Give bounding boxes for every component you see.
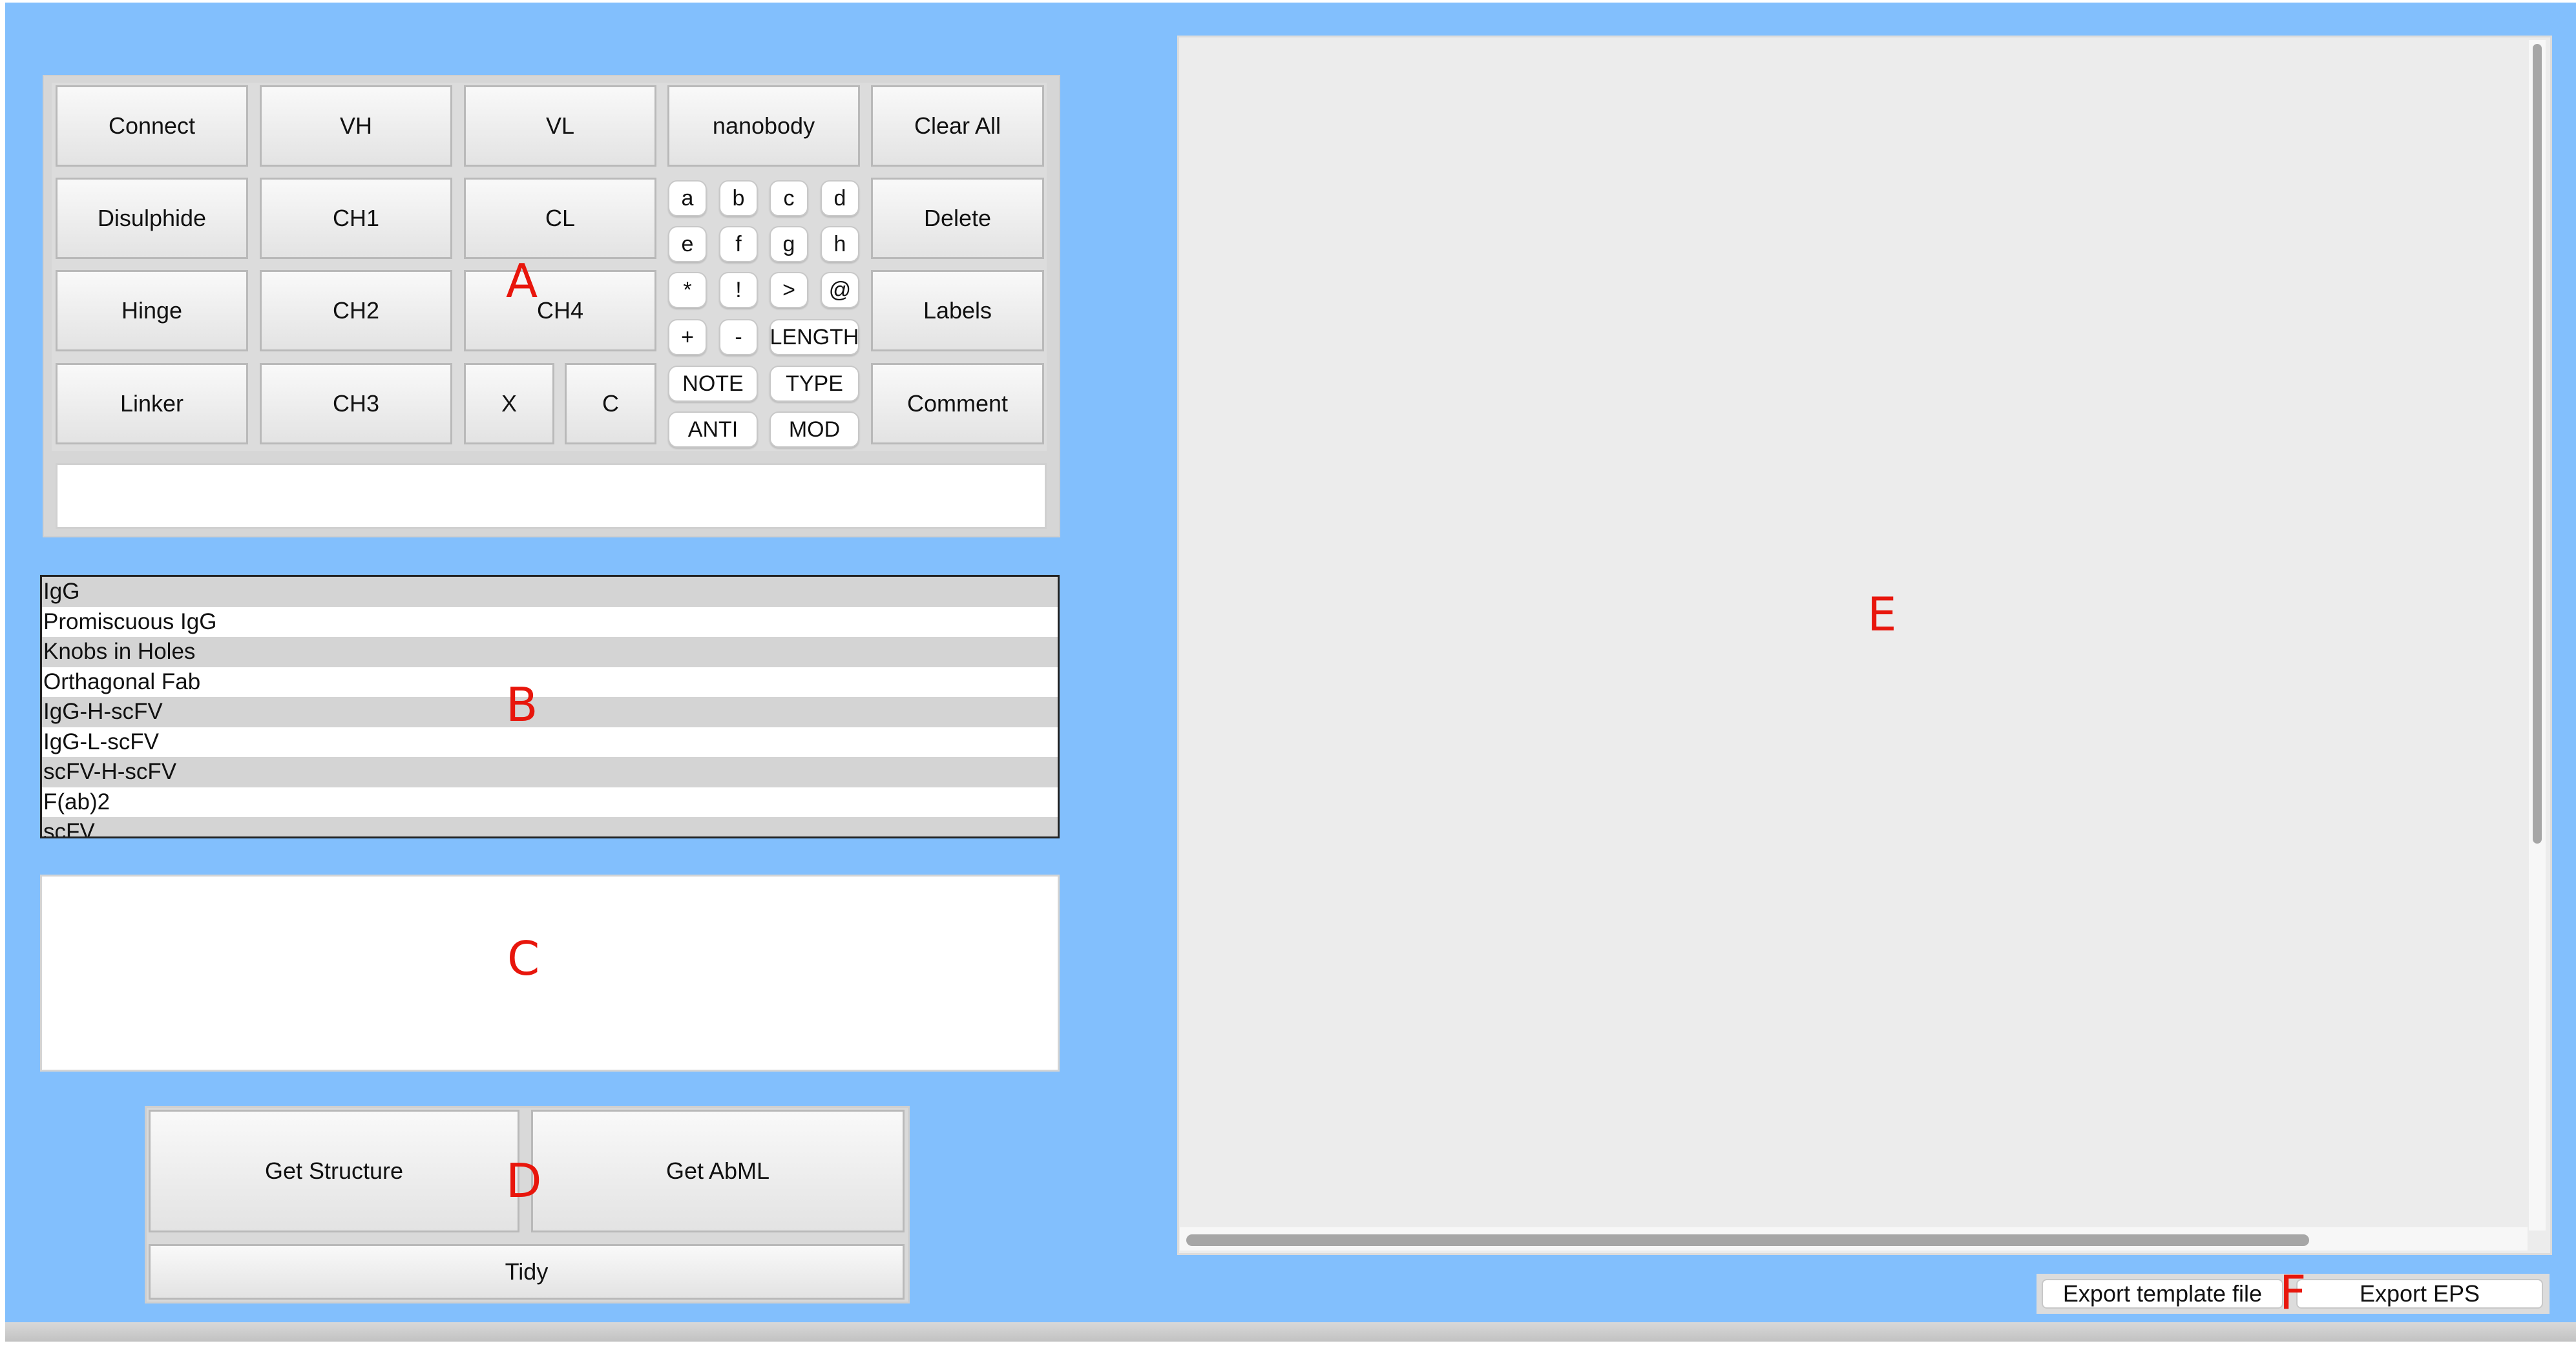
marker-c: C: [507, 931, 540, 986]
list-item[interactable]: Promiscuous IgG: [42, 607, 1058, 638]
key-f-button[interactable]: f: [719, 226, 758, 262]
horizontal-scroll-thumb[interactable]: [1186, 1234, 2309, 1246]
note-button[interactable]: NOTE: [668, 366, 758, 402]
clear-all-button[interactable]: Clear All: [871, 85, 1044, 167]
c-button[interactable]: C: [565, 363, 656, 444]
list-item[interactable]: IgG-L-scFV: [42, 727, 1058, 758]
list-item[interactable]: Orthagonal Fab: [42, 667, 1058, 698]
key-d-button[interactable]: d: [821, 180, 859, 216]
cl-button[interactable]: CL: [464, 178, 656, 259]
window-bottom-edge: [5, 1322, 2576, 1342]
connect-button[interactable]: Connect: [56, 85, 248, 167]
ch3-button[interactable]: CH3: [260, 363, 452, 444]
marker-f: F: [2279, 1265, 2307, 1320]
get-structure-button[interactable]: Get Structure: [149, 1110, 519, 1232]
list-item[interactable]: IgG: [42, 577, 1058, 607]
ch1-button[interactable]: CH1: [260, 178, 452, 259]
abml-output-area[interactable]: [40, 875, 1060, 1072]
key-g-button[interactable]: g: [770, 226, 808, 262]
key-star-button[interactable]: *: [668, 272, 707, 308]
key-greater-than-button[interactable]: >: [770, 272, 808, 308]
key-c-button[interactable]: c: [770, 180, 808, 216]
key-minus-button[interactable]: -: [719, 319, 758, 355]
list-item[interactable]: scFV-H-scFV: [42, 757, 1058, 787]
hinge-button[interactable]: Hinge: [56, 270, 248, 351]
linker-button[interactable]: Linker: [56, 363, 248, 444]
vl-button[interactable]: VL: [464, 85, 656, 167]
get-abml-button[interactable]: Get AbML: [531, 1110, 905, 1232]
length-button[interactable]: LENGTH: [770, 319, 859, 355]
key-h-button[interactable]: h: [821, 226, 859, 262]
key-a-button[interactable]: a: [668, 180, 707, 216]
vh-button[interactable]: VH: [260, 85, 452, 167]
drawing-canvas[interactable]: [1177, 36, 2552, 1255]
tidy-button[interactable]: Tidy: [149, 1244, 905, 1300]
template-list[interactable]: IgG Promiscuous IgG Knobs in Holes Ortha…: [40, 575, 1060, 838]
key-exclamation-button[interactable]: !: [719, 272, 758, 308]
marker-e: E: [1867, 587, 1897, 641]
vertical-scroll-thumb[interactable]: [2533, 44, 2542, 844]
list-item[interactable]: F(ab)2: [42, 787, 1058, 818]
nanobody-button[interactable]: nanobody: [667, 85, 860, 167]
ch2-button[interactable]: CH2: [260, 270, 452, 351]
marker-b: B: [506, 678, 538, 732]
comment-button[interactable]: Comment: [871, 363, 1044, 444]
key-at-button[interactable]: @: [821, 272, 859, 308]
anti-button[interactable]: ANTI: [668, 411, 758, 448]
marker-a: A: [506, 254, 538, 308]
marker-d: D: [506, 1154, 542, 1208]
key-plus-button[interactable]: +: [668, 319, 707, 355]
x-button[interactable]: X: [464, 363, 554, 444]
list-item[interactable]: IgG-H-scFV: [42, 697, 1058, 727]
mod-button[interactable]: MOD: [770, 411, 859, 448]
list-item[interactable]: Knobs in Holes: [42, 637, 1058, 667]
key-b-button[interactable]: b: [719, 180, 758, 216]
key-e-button[interactable]: e: [668, 226, 707, 262]
ch4-button[interactable]: CH4: [464, 270, 656, 351]
type-button[interactable]: TYPE: [770, 366, 859, 402]
sequence-input[interactable]: [56, 463, 1047, 529]
delete-button[interactable]: Delete: [871, 178, 1044, 259]
list-item[interactable]: scFV: [42, 817, 1058, 836]
labels-button[interactable]: Labels: [871, 270, 1044, 351]
export-template-button[interactable]: Export template file: [2042, 1279, 2283, 1309]
disulphide-button[interactable]: Disulphide: [56, 178, 248, 259]
export-eps-button[interactable]: Export EPS: [2296, 1279, 2543, 1309]
